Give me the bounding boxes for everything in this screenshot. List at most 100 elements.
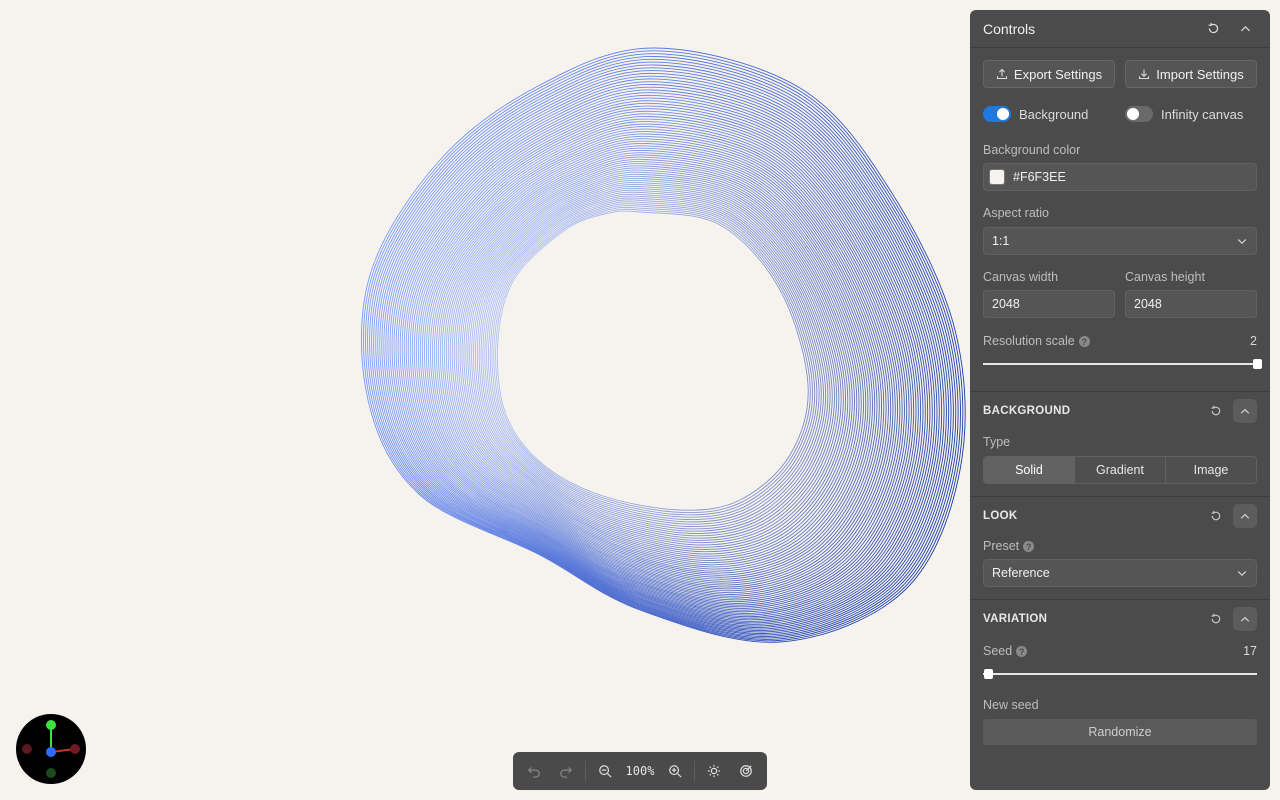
slider-track: [983, 363, 1257, 365]
reset-icon: [1211, 510, 1221, 520]
target-icon: [740, 765, 752, 777]
seed-label: Seed: [983, 644, 1013, 658]
toolbar-divider: [693, 761, 695, 781]
resolution-scale-label: Resolution scale: [983, 334, 1075, 348]
look-reset-button[interactable]: [1205, 505, 1227, 527]
variation-collapse-button[interactable]: [1233, 606, 1257, 631]
axis-gizmo-icon: [22, 720, 80, 778]
reset-icon: [1211, 613, 1221, 623]
zoom-in-icon: [668, 765, 682, 778]
look-collapse-button[interactable]: [1233, 503, 1257, 528]
section-background-title: BACKGROUND: [983, 404, 1071, 417]
infinity-canvas-toggle-row: Infinity canvas: [1125, 106, 1257, 122]
resolution-scale-slider[interactable]: [983, 358, 1262, 370]
help-icon[interactable]: ?: [1016, 646, 1028, 658]
preset-select[interactable]: Reference: [983, 559, 1257, 587]
chevron-down-icon: [1237, 239, 1247, 245]
preset-label-row: Preset?: [983, 539, 1257, 553]
undo-icon: [527, 767, 540, 778]
section-look-header: LOOK: [970, 496, 1270, 534]
section-variation-title: VARIATION: [983, 612, 1048, 625]
variation-reset-button[interactable]: [1205, 608, 1227, 630]
infinity-canvas-label: Infinity canvas: [1161, 106, 1244, 122]
segment-solid[interactable]: Solid: [984, 457, 1075, 483]
chevron-up-icon: [1240, 513, 1250, 519]
background-type-label: Type: [983, 435, 1011, 449]
axis-gizmo[interactable]: [16, 714, 86, 784]
canvas-height-label: Canvas height: [1125, 270, 1205, 284]
background-toggle[interactable]: [983, 106, 1011, 122]
upload-icon: [996, 68, 1007, 80]
chevron-up-icon: [1240, 26, 1250, 32]
background-color-field[interactable]: #F6F3EE: [983, 163, 1257, 191]
artwork-loop: [491, 205, 816, 518]
slider-thumb[interactable]: [1253, 359, 1262, 369]
background-toggle-label: Background: [1019, 106, 1089, 122]
resolution-scale-value: 2: [1250, 334, 1257, 348]
chevron-up-icon: [1240, 408, 1250, 414]
reset-icon: [1208, 22, 1218, 34]
slider-track: [983, 673, 1257, 675]
sun-icon: [707, 764, 720, 778]
reset-all-button[interactable]: [1201, 17, 1225, 41]
background-type-segmented: Solid Gradient Image: [983, 456, 1257, 484]
zoom-level: 100%: [625, 764, 655, 778]
section-variation-header: VARIATION: [970, 599, 1270, 637]
toggle-knob: [997, 108, 1009, 120]
help-icon[interactable]: ?: [1023, 541, 1035, 553]
canvas-width-label: Canvas width: [983, 270, 1059, 284]
seed-value: 17: [1243, 644, 1257, 658]
download-icon: [1139, 69, 1150, 80]
aspect-ratio-select[interactable]: 1:1: [983, 227, 1257, 255]
export-settings-button[interactable]: Export Settings: [983, 60, 1115, 88]
canvas-width-value: 2048: [992, 297, 1020, 311]
background-collapse-button[interactable]: [1233, 398, 1257, 423]
panel-header: Controls: [970, 10, 1270, 48]
export-settings-label: Export Settings: [1013, 66, 1103, 82]
canvas-height-input[interactable]: 2048: [1125, 290, 1257, 318]
color-swatch[interactable]: [989, 169, 1005, 185]
background-color-label: Background color: [983, 143, 1081, 157]
infinity-canvas-toggle[interactable]: [1125, 106, 1153, 122]
preset-value: Reference: [992, 566, 1050, 580]
zoom-in-button[interactable]: [660, 756, 690, 786]
canvas-width-input[interactable]: 2048: [983, 290, 1115, 318]
theme-button[interactable]: [699, 756, 729, 786]
panel-title: Controls: [983, 20, 1036, 37]
preset-label: Preset: [983, 539, 1020, 553]
section-background-header: BACKGROUND: [970, 391, 1270, 429]
background-toggle-row: Background: [983, 106, 1115, 122]
randomize-button[interactable]: Randomize: [983, 719, 1257, 745]
import-settings-button[interactable]: Import Settings: [1125, 60, 1257, 88]
seed-slider[interactable]: [983, 668, 1257, 680]
toolbar-divider: [585, 761, 587, 781]
redo-icon: [560, 767, 573, 778]
reset-icon: [1211, 405, 1221, 415]
seed-label-row: Seed?: [983, 644, 1028, 658]
redo-button[interactable]: [551, 756, 581, 786]
segment-image[interactable]: Image: [1166, 457, 1256, 483]
aspect-ratio-value: 1:1: [992, 234, 1010, 248]
segment-gradient[interactable]: Gradient: [1075, 457, 1166, 483]
new-seed-label: New seed: [983, 698, 1039, 712]
generative-artwork: [360, 47, 966, 643]
canvas-height-value: 2048: [1134, 297, 1162, 311]
zoom-out-button[interactable]: [590, 756, 620, 786]
section-look-title: LOOK: [983, 509, 1018, 522]
chevron-down-icon: [1237, 571, 1247, 577]
canvas-area[interactable]: [0, 0, 970, 800]
aspect-ratio-label: Aspect ratio: [983, 206, 1050, 220]
slider-thumb[interactable]: [984, 669, 993, 679]
collapse-panel-button[interactable]: [1233, 17, 1257, 41]
chevron-up-icon: [1240, 616, 1250, 622]
background-color-value: #F6F3EE: [1013, 170, 1066, 184]
background-reset-button[interactable]: [1205, 400, 1227, 422]
resolution-scale-label-row: Resolution scale?: [983, 334, 1090, 348]
import-settings-label: Import Settings: [1156, 66, 1244, 82]
controls-panel: Controls Export Settings Import Settings…: [970, 10, 1270, 790]
undo-button[interactable]: [519, 756, 549, 786]
recenter-button[interactable]: [731, 756, 761, 786]
bottom-toolbar: 100%: [513, 752, 767, 790]
help-icon[interactable]: ?: [1078, 336, 1090, 348]
toggle-knob: [1127, 108, 1139, 120]
